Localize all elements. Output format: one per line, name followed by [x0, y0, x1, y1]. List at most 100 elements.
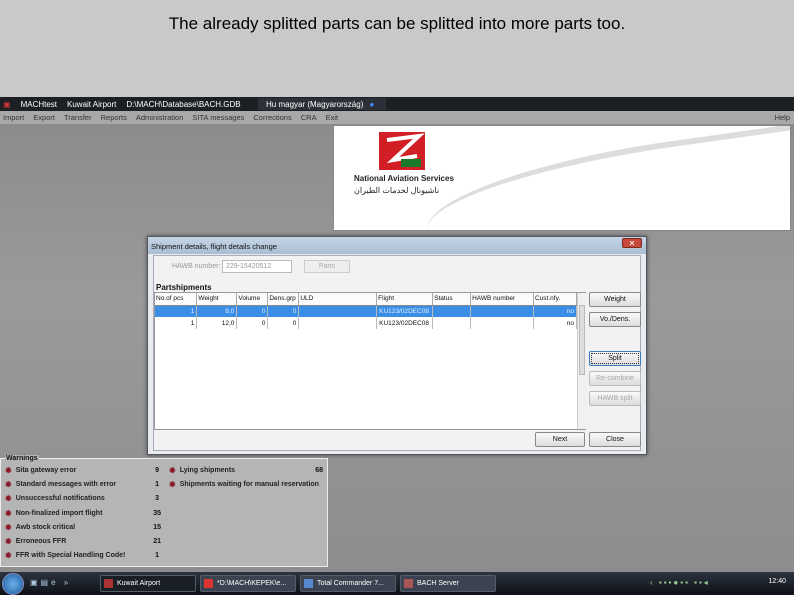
col-cust-nfy[interactable]: Cust.nfy. — [533, 293, 578, 306]
menu-sita-messages[interactable]: SITA messages — [192, 113, 244, 122]
hawb-number-input[interactable]: 229-15420512 — [222, 260, 292, 273]
col-hawb-number[interactable]: HAWB number — [470, 293, 534, 306]
warnings-panel: Warnings ✹ Sita gateway error 9 ✹ Standard… — [0, 455, 328, 567]
task-label: *D:\MACH\KEPEK\e... — [217, 580, 287, 587]
col-volume[interactable]: Volume — [236, 293, 269, 306]
close-button[interactable]: Close — [589, 432, 641, 447]
warning-label: Erroneous FFR — [15, 538, 67, 545]
task-editor[interactable]: *D:\MACH\KEPEK\e... — [200, 575, 296, 592]
warning-count: 3 — [155, 495, 159, 502]
menu-corrections[interactable]: Corrections — [253, 113, 291, 122]
cell-status — [432, 305, 472, 317]
recombine-button[interactable]: Re-combine — [589, 371, 641, 386]
menu-administration[interactable]: Administration — [136, 113, 184, 122]
cell-cust: no — [533, 305, 578, 317]
menu-cra[interactable]: CRA — [301, 113, 317, 122]
col-status[interactable]: Status — [432, 293, 472, 306]
cell-flight: KU123/02DEC08 — [376, 305, 434, 317]
warning-item[interactable]: ✹ Unsuccessful notifications — [5, 494, 105, 503]
disk-icon — [304, 579, 313, 588]
system-tray-icons[interactable]: ‹ ▪▪▪●▪▪ ▪▪◂ — [650, 578, 710, 587]
table-row[interactable]: 1 12,0 0 0 KU123/02DEC08 no — [155, 317, 578, 329]
scrollbar-thumb[interactable] — [579, 305, 585, 375]
app-title: MACHtest — [20, 99, 58, 109]
menu-export[interactable]: Export — [33, 113, 55, 122]
table-header: No.of pcs Weight Volume Dens.grp ULD Fli… — [155, 293, 578, 306]
task-total-commander[interactable]: Total Commander 7... — [300, 575, 396, 592]
task-label: Kuwait Airport — [117, 580, 161, 587]
menu-import[interactable]: Import — [3, 113, 24, 122]
decorative-swoosh — [419, 126, 790, 230]
col-pcs[interactable]: No.of pcs — [155, 293, 198, 306]
shipment-details-dialog: Shipment details, flight details change … — [147, 236, 647, 455]
task-label: Total Commander 7... — [317, 580, 384, 587]
cell-hawb — [470, 305, 534, 317]
start-button[interactable] — [2, 573, 24, 595]
warning-item[interactable]: ✹ Awb stock critical — [5, 523, 75, 532]
menu-exit[interactable]: Exit — [326, 113, 339, 122]
warning-bullet-icon: ✹ — [5, 480, 12, 489]
warning-item[interactable]: ✹ Non-finalized import flight — [5, 509, 102, 518]
warning-bullet-icon: ✹ — [169, 466, 176, 475]
table-row[interactable]: 1 8,0 0 0 KU123/02DEC08 no — [155, 305, 578, 317]
app-title-bar: ▣ MACHtest Kuwait Airport D:\MACH\Databa… — [0, 97, 794, 111]
warning-item[interactable]: ✹ Standard messages with error — [5, 480, 116, 489]
menu-transfer[interactable]: Transfer — [64, 113, 92, 122]
warning-item[interactable]: ✹ Lying shipments — [169, 466, 235, 475]
task-label: BACH Server — [417, 580, 460, 587]
table-scrollbar[interactable] — [577, 293, 586, 429]
company-name-ar: ناشيونال لخدمات الطيران — [354, 186, 440, 195]
language-bar[interactable]: Hu magyar (Magyarország) ● — [258, 98, 386, 110]
warning-label: Sita gateway error — [15, 467, 77, 474]
menu-bar: Import Export Transfer Reports Administr… — [0, 111, 794, 124]
app-screenshot: ▣ MACHtest Kuwait Airport D:\MACH\Databa… — [0, 97, 794, 595]
warning-count: 1 — [155, 552, 159, 559]
warning-item[interactable]: ✹ Sita gateway error — [5, 466, 76, 475]
warning-label: Awb stock critical — [15, 524, 76, 531]
app-icon: ▣ — [3, 99, 11, 109]
col-flight[interactable]: Flight — [376, 293, 434, 306]
task-kuwait-airport[interactable]: Kuwait Airport — [100, 575, 196, 592]
col-dens-grp[interactable]: Dens.grp — [267, 293, 300, 306]
col-weight[interactable]: Weight — [196, 293, 238, 306]
col-uld[interactable]: ULD — [298, 293, 378, 306]
cell-volume: 0 — [236, 317, 269, 329]
warning-bullet-icon: ✹ — [5, 537, 12, 546]
warning-label: Non-finalized import flight — [15, 510, 103, 517]
warning-item[interactable]: ✹ FFR with Special Handling Code! — [5, 551, 125, 560]
clock[interactable]: 12:40 — [768, 578, 786, 585]
warning-count: 21 — [153, 538, 161, 545]
warning-count: 1 — [155, 481, 159, 488]
partshipments-heading: Partshipments — [156, 283, 212, 292]
hawb-split-button[interactable]: HAWB split — [589, 391, 641, 406]
split-button[interactable]: Split — [589, 351, 641, 366]
dialog-body: HAWB number: 229-15420512 Parts Partship… — [153, 255, 641, 451]
warning-count: 35 — [153, 510, 161, 517]
slide-caption: The already splitted parts can be splitt… — [168, 14, 626, 33]
weight-button[interactable]: Weight — [589, 292, 641, 307]
close-icon[interactable]: ✕ — [622, 238, 642, 248]
hawb-number-label: HAWB number: — [172, 263, 221, 270]
menu-help[interactable]: Help — [775, 111, 790, 124]
quick-launch-icons[interactable]: ▣▤e » — [30, 578, 71, 587]
task-bach-server[interactable]: BACH Server — [400, 575, 496, 592]
warning-item[interactable]: ✹ Shipments waiting for manual reservatio… — [169, 480, 319, 489]
app-icon — [204, 579, 213, 588]
cell-dens: 0 — [267, 305, 300, 317]
parts-button[interactable]: Parts — [304, 260, 350, 273]
cell-volume: 0 — [236, 305, 269, 317]
vol-dens-button[interactable]: Vo./Dens. — [589, 312, 641, 327]
cell-weight: 12,0 — [196, 317, 238, 329]
app-location: Kuwait Airport — [67, 99, 117, 109]
warning-item[interactable]: ✹ Erroneous FFR — [5, 537, 66, 546]
help-circle-icon[interactable]: ● — [369, 100, 374, 109]
app-icon — [404, 579, 413, 588]
menu-reports[interactable]: Reports — [101, 113, 127, 122]
cell-pcs: 1 — [155, 305, 198, 317]
cell-uld — [298, 305, 378, 317]
warning-bullet-icon: ✹ — [5, 494, 12, 503]
cell-cust: no — [533, 317, 578, 329]
taskbar: ▣▤e » Kuwait Airport *D:\MACH\KEPEK\e...… — [0, 572, 794, 595]
next-button[interactable]: Next — [535, 432, 585, 447]
cell-hawb — [470, 317, 534, 329]
